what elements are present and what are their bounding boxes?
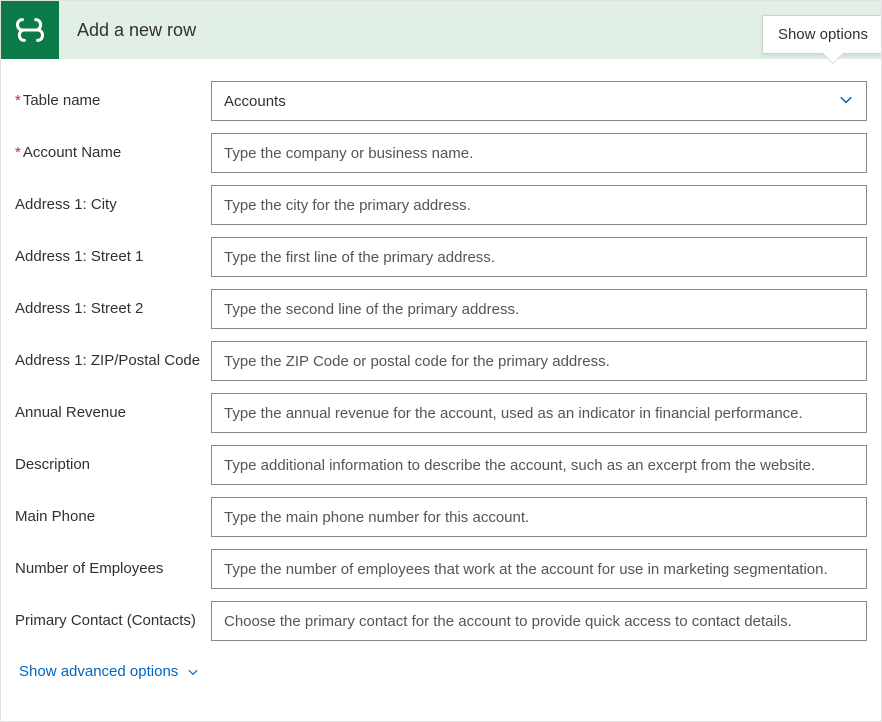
main-phone-input[interactable] <box>211 497 867 537</box>
account-name-input[interactable] <box>211 133 867 173</box>
header-bar: Add a new row Show options <box>1 1 881 59</box>
address-street1-input[interactable] <box>211 237 867 277</box>
form-row-account-name: *Account Name <box>15 133 867 173</box>
annual-revenue-input[interactable] <box>211 393 867 433</box>
form-container: *Table name Accounts *Account Name Addre… <box>1 59 881 680</box>
show-options-label: Show options <box>778 26 868 43</box>
form-row-description: Description <box>15 445 867 485</box>
label-address-city: Address 1: City <box>15 185 211 215</box>
label-num-employees: Number of Employees <box>15 549 211 579</box>
label-address-street2: Address 1: Street 2 <box>15 289 211 319</box>
form-row-annual-revenue: Annual Revenue <box>15 393 867 433</box>
label-main-phone: Main Phone <box>15 497 211 527</box>
num-employees-input[interactable] <box>211 549 867 589</box>
form-row-address-street2: Address 1: Street 2 <box>15 289 867 329</box>
label-primary-contact: Primary Contact (Contacts) <box>15 601 211 631</box>
address-city-input[interactable] <box>211 185 867 225</box>
show-options-tooltip[interactable]: Show options <box>762 15 881 54</box>
primary-contact-input[interactable] <box>211 601 867 641</box>
table-name-select[interactable]: Accounts <box>211 81 867 121</box>
description-input[interactable] <box>211 445 867 485</box>
chevron-down-icon <box>186 665 200 679</box>
label-address-zip: Address 1: ZIP/Postal Code <box>15 341 211 371</box>
show-advanced-options-link[interactable]: Show advanced options <box>19 663 200 680</box>
label-account-name: *Account Name <box>15 133 211 163</box>
form-row-table-name: *Table name Accounts <box>15 81 867 121</box>
required-asterisk: * <box>15 92 21 109</box>
form-row-num-employees: Number of Employees <box>15 549 867 589</box>
advanced-options-label: Show advanced options <box>19 663 178 680</box>
form-row-address-zip: Address 1: ZIP/Postal Code <box>15 341 867 381</box>
address-street2-input[interactable] <box>211 289 867 329</box>
address-zip-input[interactable] <box>211 341 867 381</box>
dataverse-icon <box>13 13 47 47</box>
label-description: Description <box>15 445 211 475</box>
form-row-address-city: Address 1: City <box>15 185 867 225</box>
table-name-value: Accounts <box>224 93 286 110</box>
form-row-primary-contact: Primary Contact (Contacts) <box>15 601 867 641</box>
label-annual-revenue: Annual Revenue <box>15 393 211 423</box>
app-icon <box>1 1 59 59</box>
label-address-street1: Address 1: Street 1 <box>15 237 211 267</box>
label-table-name: *Table name <box>15 81 211 111</box>
form-row-main-phone: Main Phone <box>15 497 867 537</box>
page-title: Add a new row <box>77 20 196 41</box>
required-asterisk: * <box>15 144 21 161</box>
form-row-address-street1: Address 1: Street 1 <box>15 237 867 277</box>
